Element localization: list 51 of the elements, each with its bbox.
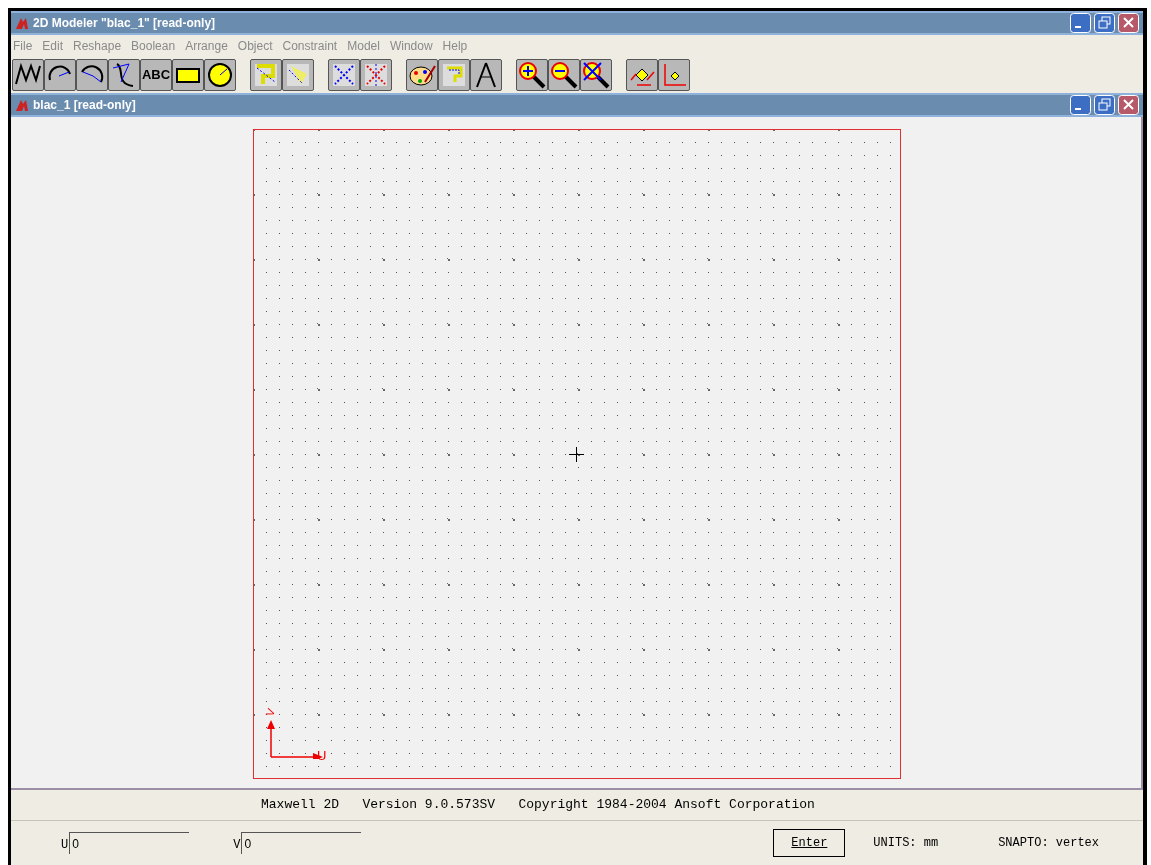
menu-item[interactable]: Window bbox=[389, 37, 433, 55]
menu-item[interactable]: Object bbox=[237, 37, 273, 55]
tool-button[interactable] bbox=[580, 59, 612, 91]
tool-button[interactable]: ABC bbox=[140, 59, 172, 91]
menu-item[interactable]: Constraint bbox=[282, 37, 338, 55]
tool-button[interactable] bbox=[626, 59, 658, 91]
field-label: U bbox=[61, 837, 69, 854]
axis-arrows bbox=[265, 719, 325, 759]
coordinate-field[interactable]: 0 bbox=[69, 832, 190, 854]
close-button[interactable] bbox=[1118, 13, 1139, 33]
tool-button[interactable] bbox=[470, 59, 502, 91]
zoom-icon bbox=[581, 60, 611, 90]
tool-button[interactable] bbox=[328, 59, 360, 91]
tool-button[interactable] bbox=[76, 59, 108, 91]
field-label: V bbox=[233, 837, 241, 854]
menu-item[interactable]: Model bbox=[347, 37, 380, 55]
status-text: Maxwell 2D Version 9.0.573SV Copyright 1984-2004 Ansoft Corporation bbox=[261, 796, 815, 815]
close-button[interactable] bbox=[1118, 95, 1139, 115]
menu-item[interactable]: Reshape bbox=[73, 37, 122, 55]
tool-button[interactable] bbox=[548, 59, 580, 91]
tool-button[interactable] bbox=[406, 59, 438, 91]
tool-button[interactable] bbox=[516, 59, 548, 91]
circle-icon bbox=[205, 60, 235, 90]
enter-button[interactable]: Enter bbox=[773, 829, 846, 857]
tool-button[interactable] bbox=[282, 59, 314, 91]
zoom-in-icon bbox=[517, 60, 547, 90]
menu-item[interactable]: Boolean bbox=[131, 37, 176, 55]
snap-label: SNAPTO: vertex bbox=[998, 835, 1099, 852]
menu-item[interactable]: Help bbox=[442, 37, 468, 55]
window-title: 2D Modeler "blac_1" [read-only] bbox=[33, 15, 216, 32]
minimize-button[interactable] bbox=[1070, 13, 1091, 33]
crosshair-icon bbox=[569, 447, 584, 462]
logo-icon bbox=[15, 16, 29, 30]
menu-item[interactable]: Arrange bbox=[185, 37, 228, 55]
tool-button[interactable] bbox=[204, 59, 236, 91]
tool-button[interactable] bbox=[44, 59, 76, 91]
coordinate-field[interactable]: 0 bbox=[241, 832, 362, 854]
restore-button[interactable] bbox=[1094, 13, 1115, 33]
document-title: blac_1 [read-only] bbox=[33, 97, 136, 114]
tool-button[interactable] bbox=[108, 59, 140, 91]
tool-button[interactable] bbox=[658, 59, 690, 91]
restore-button[interactable] bbox=[1094, 95, 1115, 115]
menu-item[interactable]: File bbox=[13, 37, 33, 55]
units-label: UNITS: mm bbox=[873, 835, 939, 852]
logo-icon bbox=[15, 98, 29, 112]
minimize-button[interactable] bbox=[1070, 95, 1091, 115]
zoom-out-icon bbox=[549, 60, 579, 90]
v-axis-label: V bbox=[264, 707, 278, 718]
tool-button[interactable] bbox=[172, 59, 204, 91]
tool-button[interactable] bbox=[12, 59, 44, 91]
menu-item[interactable]: Edit bbox=[42, 37, 64, 55]
